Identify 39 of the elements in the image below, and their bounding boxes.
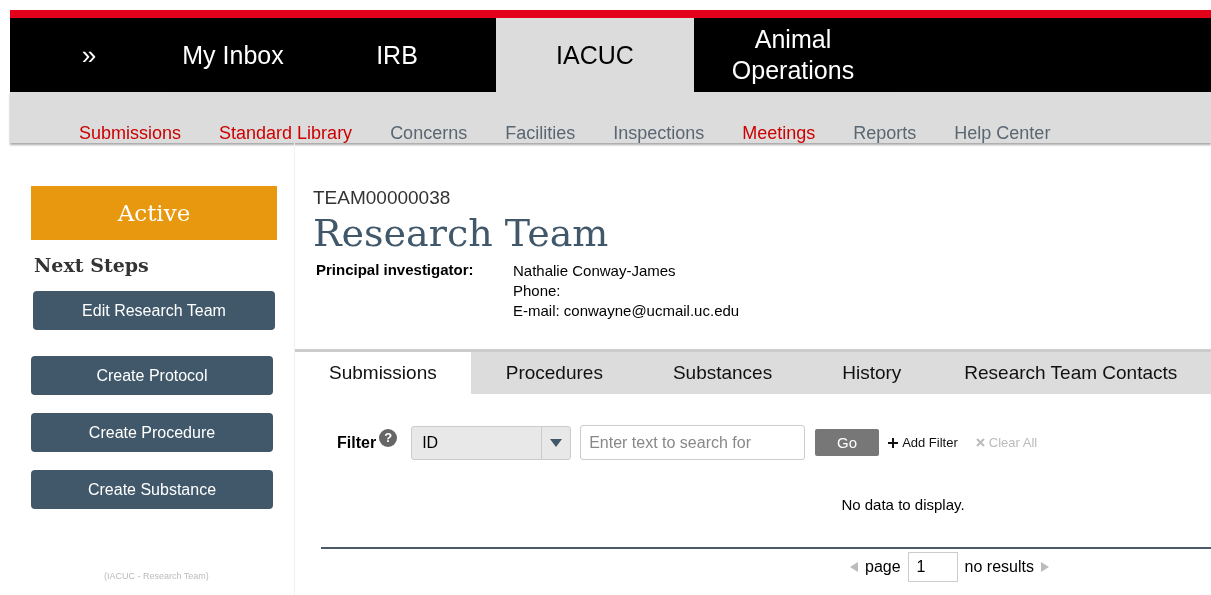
filter-field-select[interactable]: ID [411,425,572,460]
help-icon[interactable]: ? [379,428,398,447]
action-button[interactable]: Create Substance [31,470,273,509]
page-footer-text: (IACUC - Research Team) [104,571,210,581]
subnav-link[interactable]: Inspections [613,123,705,144]
subnav-link[interactable]: Help Center [954,123,1051,144]
tab[interactable]: Submissions [295,352,471,394]
record-id: TEAM00000038 [313,187,452,209]
next-page-icon[interactable] [1040,562,1049,572]
subnav-link[interactable]: Standard Library [219,123,353,144]
pi-label: Principal investigator: [316,261,475,280]
next-steps-heading: Next Steps [34,254,150,276]
page-label: page [865,558,901,576]
plus-icon [888,437,899,448]
caret-icon [550,438,563,447]
pi-detail: Nathalie Conway-James [513,261,677,281]
pi-detail: Phone: [513,281,562,301]
nav-tab[interactable]: IACUC [496,18,694,92]
action-button[interactable]: Create Protocol [31,356,273,395]
go-button[interactable]: Go [815,429,880,456]
search-field[interactable]: Enter text to search for [580,425,806,460]
page-title: Research Team [313,211,610,255]
empty-message: No data to display. [840,495,966,513]
close-icon [975,438,985,447]
add-filter-link[interactable]: Add Filter [888,435,958,450]
subnav-link[interactable]: Concerns [390,123,468,144]
expand-menu-button[interactable]: » [10,18,168,92]
action-button[interactable]: Create Procedure [31,413,273,452]
subnav-link[interactable]: Reports [853,123,917,144]
previous-page-icon[interactable] [850,562,858,572]
results-count: no results [964,558,1034,576]
status-banner: Active [31,186,277,240]
subnav-link[interactable]: Facilities [505,123,576,144]
page-number-field[interactable]: 1 [907,552,958,582]
subnav-link[interactable]: Submissions [79,123,182,144]
filter-label: Filter [337,433,377,452]
action-button[interactable]: Edit Research Team [33,291,275,330]
subnav-link[interactable]: Meetings [742,123,816,144]
pi-detail: E-mail: conwayne@ucmail.uc.edu [513,301,740,321]
